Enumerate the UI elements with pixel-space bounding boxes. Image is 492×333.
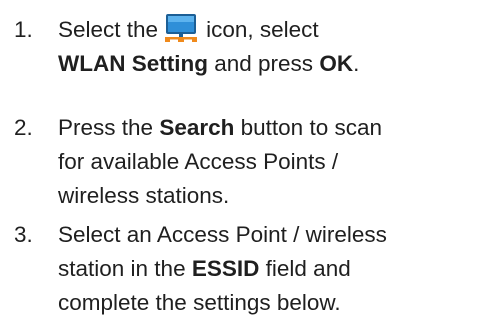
- step-line: wireless stations.: [58, 183, 230, 208]
- key-reference: OK: [319, 51, 354, 76]
- step-text: Select an Access Point / wireless statio…: [58, 218, 484, 320]
- step-number: 1.: [14, 17, 33, 42]
- step-text-segment: .: [353, 51, 360, 76]
- step-line: WLAN Setting and press OK.: [58, 47, 484, 81]
- menu-item-reference: WLAN Setting: [58, 51, 208, 76]
- step-text-segment: button to scan: [240, 115, 382, 140]
- step-text-segment: and press: [214, 51, 314, 76]
- step-text-segment: icon, select: [206, 17, 319, 42]
- step-line: Select the icon, select: [58, 13, 484, 47]
- step-text-segment: Select the: [58, 17, 159, 42]
- step-text-segment: field and: [265, 256, 351, 281]
- step-line: station in the ESSID field and: [58, 252, 484, 286]
- step-1: 1. Select the icon, select WLAN Setting …: [14, 13, 484, 81]
- field-reference: ESSID: [191, 256, 260, 281]
- step-line: Press the Search button to scan: [58, 111, 484, 145]
- step-text: Press the Search button to scan for avai…: [58, 111, 484, 213]
- step-2: 2. Press the Search button to scan for a…: [14, 111, 484, 213]
- step-text: Select the icon, select WLAN Setting and…: [58, 13, 484, 81]
- step-line: for available Access Points /: [58, 149, 339, 174]
- step-text-segment: station in the: [58, 256, 186, 281]
- step-line: Select an Access Point / wireless: [58, 222, 387, 247]
- step-line: complete the settings below.: [58, 290, 341, 315]
- step-text-segment: Press the: [58, 115, 154, 140]
- button-reference: Search: [159, 115, 235, 140]
- step-number: 3.: [14, 222, 33, 247]
- network-monitor-icon: [165, 14, 198, 42]
- step-3: 3. Select an Access Point / wireless sta…: [14, 218, 484, 320]
- step-number: 2.: [14, 115, 33, 140]
